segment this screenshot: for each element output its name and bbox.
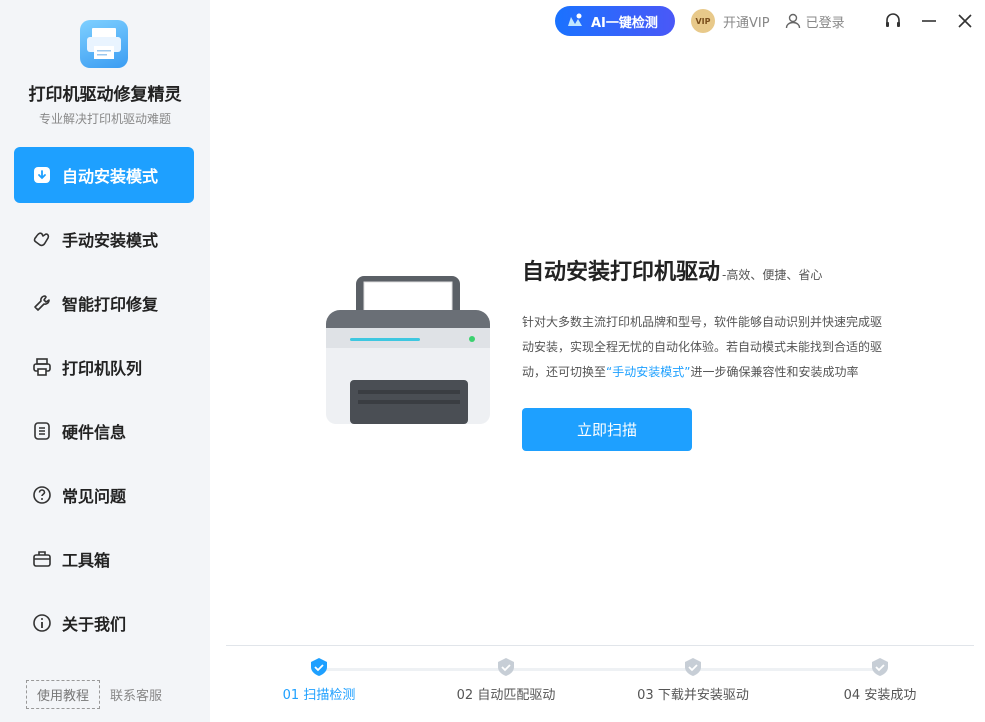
sidebar-footer: 使用教程 联系客服 <box>26 680 162 709</box>
check-shield-icon <box>495 656 517 678</box>
app-logo <box>80 20 128 68</box>
scan-now-button[interactable]: 立即扫描 <box>522 408 692 451</box>
step-label: 02 自动匹配驱动 <box>456 688 556 703</box>
hero-title: 自动安装打印机驱动 -高效、便捷、省心 <box>522 254 822 286</box>
sidebar-item-printer-queue[interactable]: 打印机队列 <box>14 339 194 395</box>
ai-detect-button[interactable]: AI一键检测 <box>555 6 675 36</box>
sidebar-item-label: 硬件信息 <box>62 423 127 442</box>
sidebar-item-hardware-info[interactable]: 硬件信息 <box>14 403 194 459</box>
sidebar: 打印机驱动修复精灵 专业解决打印机驱动难题 自动安装模式 手动安装模式 智能打印… <box>0 0 210 722</box>
step-label: 01 扫描检测 <box>282 688 356 703</box>
hero-title-text: 自动安装打印机驱动 <box>522 260 721 285</box>
sidebar-item-label: 常见问题 <box>62 487 127 506</box>
wrench-icon <box>32 293 52 313</box>
vip-label: 开通VIP <box>723 15 770 31</box>
sidebar-item-manual-install[interactable]: 手动安装模式 <box>14 211 194 267</box>
progress-track <box>318 668 881 671</box>
hand-icon <box>32 229 52 249</box>
vip-crown-icon: VIP <box>691 9 715 33</box>
sidebar-item-label: 工具箱 <box>62 551 111 570</box>
top-bar: AI一键检测 VIP 开通VIP 已登录 <box>555 6 983 36</box>
sidebar-item-toolbox[interactable]: 工具箱 <box>14 531 194 587</box>
download-icon <box>32 165 52 185</box>
check-shield-icon <box>682 656 704 678</box>
hero-description: 针对大多数主流打印机品牌和型号，软件能够自动识别并快速完成驱动安装，实现全程无忧… <box>522 310 892 385</box>
sidebar-item-label: 智能打印修复 <box>62 295 159 314</box>
support-link[interactable]: 联系客服 <box>110 685 162 704</box>
tutorial-link[interactable]: 使用教程 <box>26 680 101 709</box>
list-icon <box>32 421 52 441</box>
toolbox-icon <box>32 549 52 569</box>
step-label: 04 安装成功 <box>843 688 917 703</box>
sidebar-item-label: 手动安装模式 <box>62 231 159 250</box>
login-status[interactable]: 已登录 <box>784 12 845 31</box>
window-controls <box>875 6 983 36</box>
sidebar-nav: 自动安装模式 手动安装模式 智能打印修复 打印机队列 硬件信息 常见问题 工具箱… <box>14 147 194 659</box>
minimize-icon[interactable] <box>911 6 947 36</box>
ai-robot-icon <box>565 11 585 31</box>
sidebar-item-faq[interactable]: 常见问题 <box>14 467 194 523</box>
question-icon <box>32 485 52 505</box>
sidebar-item-label: 关于我们 <box>62 615 127 634</box>
sidebar-item-label: 打印机队列 <box>62 359 143 378</box>
sidebar-item-about[interactable]: 关于我们 <box>14 595 194 651</box>
check-shield-icon <box>869 656 891 678</box>
app-title: 打印机驱动修复精灵 <box>28 85 182 105</box>
step-label: 03 下载并安装驱动 <box>637 688 749 703</box>
ai-detect-label: AI一键检测 <box>591 15 658 31</box>
step-match: 02 自动匹配驱动 <box>426 656 586 703</box>
step-download: 03 下载并安装驱动 <box>613 656 773 703</box>
printer-illustration <box>320 270 498 430</box>
divider <box>226 645 974 646</box>
close-icon[interactable] <box>947 6 983 36</box>
app-subtitle: 专业解决打印机驱动难题 <box>38 112 171 126</box>
user-icon <box>785 13 800 29</box>
printer-icon <box>32 357 52 377</box>
manual-mode-link[interactable]: “手动安装模式” <box>606 365 690 379</box>
check-shield-icon <box>308 656 330 678</box>
info-icon <box>32 613 52 633</box>
vip-link[interactable]: VIP 开通VIP <box>691 9 770 33</box>
app-window: 打印机驱动修复精灵 专业解决打印机驱动难题 自动安装模式 手动安装模式 智能打印… <box>0 0 985 722</box>
headset-icon[interactable] <box>875 6 911 36</box>
step-scan: 01 扫描检测 <box>239 656 399 703</box>
sidebar-item-smart-repair[interactable]: 智能打印修复 <box>14 275 194 331</box>
hero-tagline: -高效、便捷、省心 <box>722 268 823 282</box>
sidebar-item-auto-install[interactable]: 自动安装模式 <box>14 147 194 203</box>
step-success: 04 安装成功 <box>800 656 960 703</box>
sidebar-item-label: 自动安装模式 <box>62 167 159 186</box>
description-text-tail: 进一步确保兼容性和安装成功率 <box>690 365 859 379</box>
login-label: 已登录 <box>805 15 845 31</box>
